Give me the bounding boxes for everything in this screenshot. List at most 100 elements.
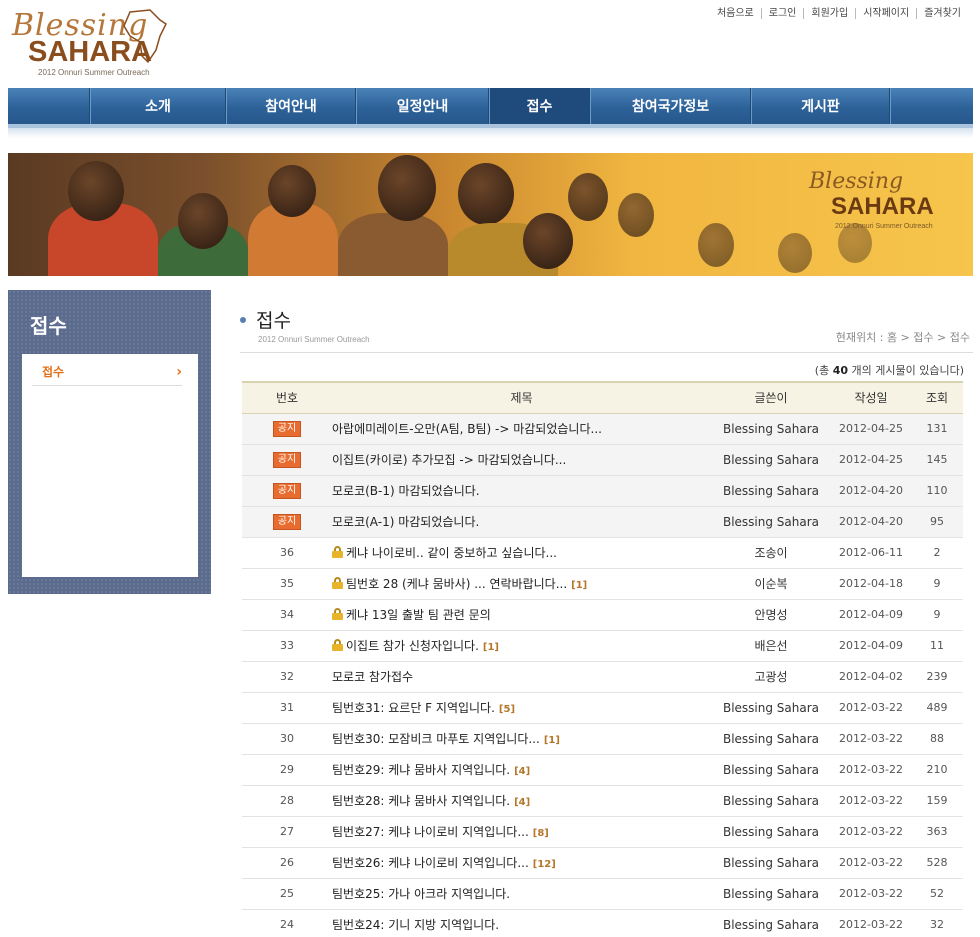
post-title-link[interactable]: 모로코(B-1) 마감되었습니다. [332,484,480,498]
cell-hit: 210 [911,754,963,786]
table-row[interactable]: 26 팀번호26: 케냐 나이로비 지역입니다... [12] Blessing Sa… [242,847,963,879]
post-title-link[interactable]: 아랍에미레이트-오만(A팀, B팀) -> 마감되었습니다... [332,422,602,436]
cell-title: 모로코(B-1) 마감되었습니다. [332,475,711,507]
comment-count: [4] [514,766,531,777]
notice-badge: 공지 [272,420,302,437]
banner-face [618,193,654,237]
cell-title: 아랍에미레이트-오만(A팀, B팀) -> 마감되었습니다... [332,413,711,445]
post-title-link[interactable]: 이집트(카이로) 추가모집 -> 마감되었습니다... [332,453,566,467]
banner-logo-script: Blessing [809,169,904,194]
table-header-row: 번호 제목 글쓴이 작성일 조회 [242,381,963,414]
hero-banner: Blessing SAHARA 2012 Onnuri Summer Outre… [8,153,973,276]
table-row[interactable]: 35 팀번호 28 (케냐 뭄바사) ... 연락바랍니다... [1] 이순복 201… [242,568,963,600]
cell-title: 팀번호27: 케냐 나이로비 지역입니다... [8] [332,816,711,848]
header-title: 제목 [332,381,711,414]
cell-hit: 9 [911,599,963,631]
table-row[interactable]: 36 케냐 나이로비.. 같이 중보하고 싶습니다... 조송이 2012-06-11… [242,537,963,569]
post-count-value: 40 [832,364,849,377]
table-row[interactable]: 25 팀번호25: 가나 아크라 지역입니다. Blessing Sahara 201… [242,878,963,910]
banner-logo-subtitle: 2012 Onnuri Summer Outreach [835,223,933,230]
cell-writer: Blessing Sahara [711,475,831,507]
nav-item-registration[interactable]: 접수 [489,88,590,124]
post-title-link[interactable]: 팀번호24: 기니 지방 지역입니다. [332,918,499,932]
utility-link-bookmark[interactable]: 즐겨찾기 [916,8,968,19]
nav-item-intro[interactable]: 소개 [90,88,226,124]
post-title-link[interactable]: 팀번호25: 가나 아크라 지역입니다. [332,887,510,901]
cell-hit: 110 [911,475,963,507]
table-row[interactable]: 24 팀번호24: 기니 지방 지역입니다. Blessing Sahara 2012… [242,909,963,937]
cell-writer: Blessing Sahara [711,816,831,848]
post-title-link[interactable]: 이집트 참가 신청자입니다. [346,639,479,653]
table-row[interactable]: 30 팀번호30: 모잠비크 마푸토 지역입니다... [1] Blessing Sa… [242,723,963,755]
nav-item-participation[interactable]: 참여안내 [226,88,356,124]
cell-no: 26 [242,847,332,879]
table-row[interactable]: 공지 이집트(카이로) 추가모집 -> 마감되었습니다... Blessing Sa… [242,444,963,476]
post-title-link[interactable]: 팀번호30: 모잠비크 마푸토 지역입니다... [332,732,540,746]
post-title-link[interactable]: 케냐 나이로비.. 같이 중보하고 싶습니다... [346,546,557,560]
breadcrumb: 현재위치 : 홈 > 접수 > 접수 [835,331,970,344]
banner-face [178,193,228,249]
table-row[interactable]: 28 팀번호28: 케냐 뭄바사 지역입니다. [4] Blessing Sahara… [242,785,963,817]
comment-count: [12] [532,859,556,870]
cell-hit: 2 [911,537,963,569]
post-title-link[interactable]: 팀번호31: 요르단 F 지역입니다. [332,701,495,715]
nav-spacer-end [890,88,972,124]
utility-link-login[interactable]: 로그인 [760,8,804,19]
table-row[interactable]: 공지 모로코(B-1) 마감되었습니다. Blessing Sahara 2012-0… [242,475,963,507]
cell-date: 2012-03-22 [831,692,911,724]
cell-writer: 이순복 [711,568,831,600]
table-row[interactable]: 27 팀번호27: 케냐 나이로비 지역입니다... [8] Blessing Sah… [242,816,963,848]
nav-shadow [8,128,973,138]
nav-item-country-info[interactable]: 참여국가정보 [590,88,751,124]
cell-date: 2012-04-02 [831,661,911,693]
post-title-link[interactable]: 케냐 13일 출발 팀 관련 문의 [346,608,491,622]
cell-hit: 88 [911,723,963,755]
nav-item-schedule[interactable]: 일정안내 [356,88,489,124]
banner-face [268,165,316,217]
table-row[interactable]: 29 팀번호29: 케냐 뭄바사 지역입니다. [4] Blessing Sahara… [242,754,963,786]
table-row[interactable]: 31 팀번호31: 요르단 F 지역입니다. [5] Blessing Sahara 2… [242,692,963,724]
sidebar-item-label: 접수 [42,365,65,379]
banner-face [458,163,514,225]
cell-date: 2012-03-22 [831,878,911,910]
cell-no: 공지 [242,444,332,476]
site-logo[interactable]: Blessing SAHARA 2012 Onnuri Summer Outre… [10,6,170,86]
notice-badge: 공지 [272,482,302,499]
cell-writer: Blessing Sahara [711,506,831,538]
cell-hit: 9 [911,568,963,600]
cell-date: 2012-03-22 [831,754,911,786]
comment-count: [5] [498,704,516,715]
table-row[interactable]: 34 케냐 13일 출발 팀 관련 문의 안명성 2012-04-09 9 [242,599,963,631]
post-title-link[interactable]: 팀번호29: 케냐 뭄바사 지역입니다. [332,763,510,777]
post-title-link[interactable]: 모로코 참가접수 [332,670,413,684]
banner-figure [338,213,448,276]
comment-count: [8] [532,828,549,839]
cell-date: 2012-03-22 [831,785,911,817]
table-row[interactable]: 공지 모로코(A-1) 마감되었습니다. Blessing Sahara 2012-0… [242,506,963,538]
post-title-link[interactable]: 모로코(A-1) 마감되었습니다. [332,515,479,529]
post-title-link[interactable]: 팀번호26: 케냐 나이로비 지역입니다... [332,856,529,870]
utility-link-signup[interactable]: 회원가입 [803,8,855,19]
post-title-link[interactable]: 팀번호 28 (케냐 뭄바사) ... 연락바랍니다... [346,577,567,591]
nav-item-board[interactable]: 게시판 [751,88,890,124]
cell-no: 공지 [242,475,332,507]
lock-icon [332,577,343,589]
banner-logo: Blessing SAHARA 2012 Onnuri Summer Outre… [809,165,959,245]
post-count-prefix: (총 [814,364,833,377]
utility-link-startpage[interactable]: 시작페이지 [855,8,916,19]
cell-date: 2012-04-20 [831,506,911,538]
table-row[interactable]: 32 모로코 참가접수 고광성 2012-04-02 239 [242,661,963,693]
page-title-wrap: 접수 [240,306,291,333]
post-title-link[interactable]: 팀번호27: 케냐 나이로비 지역입니다... [332,825,529,839]
sidebar-item-registration[interactable]: 접수 › [32,358,182,386]
utility-link-home[interactable]: 처음으로 [710,8,761,19]
post-title-link[interactable]: 팀번호28: 케냐 뭄바사 지역입니다. [332,794,510,808]
table-body: 공지 아랍에미레이트-오만(A팀, B팀) -> 마감되었습니다... Blessi… [242,413,963,937]
page-subtitle: 2012 Onnuri Summer Outreach [258,335,370,344]
cell-hit: 528 [911,847,963,879]
table-row[interactable]: 공지 아랍에미레이트-오만(A팀, B팀) -> 마감되었습니다... Blessi… [242,413,963,445]
sidebar: 접수 접수 › [8,290,211,594]
cell-title: 팀번호26: 케냐 나이로비 지역입니다... [12] [332,847,711,879]
table-row[interactable]: 33 이집트 참가 신청자입니다. [1] 배은선 2012-04-09 11 [242,630,963,662]
cell-hit: 489 [911,692,963,724]
